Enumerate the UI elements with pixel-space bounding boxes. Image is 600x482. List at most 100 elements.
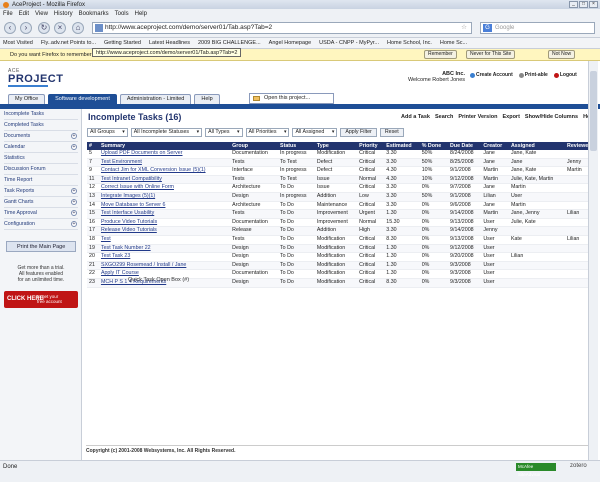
table-row[interactable]: 14 Move Database to Server 6 Architecture T… — [87, 201, 598, 211]
sidebar-item-incomplete-tasks[interactable]: Incomplete Tasks — [4, 109, 78, 120]
column-header[interactable]: Estimated — [384, 142, 420, 150]
table-row[interactable]: 19 Test Task Number 22 Design To Do Modifica… — [87, 244, 598, 254]
maximize-button[interactable]: □ — [579, 1, 588, 8]
apply-filter-button[interactable]: Apply Filter — [340, 128, 377, 137]
type-filter[interactable]: All Types — [205, 128, 243, 137]
print-main-page-button[interactable]: Print the Main Page — [6, 241, 76, 252]
column-header[interactable]: Summary — [98, 142, 231, 150]
task-summary-link[interactable]: Integrate Images (5)(1) — [98, 192, 231, 202]
aceproject-logo[interactable]: ACE PROJECT — [8, 68, 63, 87]
task-summary-link[interactable]: Test Intranet Compatibility — [98, 175, 231, 185]
column-header[interactable]: Group — [230, 142, 279, 150]
table-row[interactable]: 7 Test Environment Tests To Test Defect Criti… — [87, 158, 598, 168]
logout-link[interactable]: Logout — [553, 72, 577, 78]
expand-icon[interactable]: + — [71, 199, 77, 205]
task-summary-link[interactable]: Produce Video Tutorials — [98, 218, 231, 228]
url-bar[interactable]: http://www.aceproject.com/demo/server01/… — [92, 22, 472, 34]
bookmark-item[interactable]: 2009 BIG CHALLENGE... — [198, 40, 261, 46]
status-filter[interactable]: All Incomplete Statuses — [130, 128, 203, 137]
create-account-link[interactable]: Create Account — [470, 72, 513, 78]
bookmark-item[interactable]: Home Sc... — [440, 40, 467, 46]
sidebar-item-time-approval[interactable]: Time Approval + — [4, 208, 78, 219]
sidebar-item-documents[interactable]: Documents + — [4, 131, 78, 142]
column-header[interactable]: Assigned — [508, 142, 565, 150]
bookmark-item[interactable]: Latest Headlines — [149, 40, 190, 46]
expand-icon[interactable]: + — [71, 188, 77, 194]
export-button[interactable]: Export — [502, 114, 519, 120]
table-row[interactable]: 16 Produce Video Tutorials Documentation To… — [87, 218, 598, 228]
mcafee-badge[interactable]: McAfee SiteAdvisor — [516, 463, 556, 477]
sidebar-item-task-reports[interactable]: Task Reports + — [4, 186, 78, 197]
zotero-button[interactable]: zotero — [570, 463, 587, 469]
tab-help[interactable]: Help — [194, 94, 220, 104]
never-for-site-button[interactable]: Never for This Site — [466, 50, 516, 59]
task-summary-link[interactable]: Correct Issue with Online Form — [98, 183, 231, 193]
back-icon[interactable]: ‹ — [4, 22, 16, 34]
sidebar-item-discussion-forum[interactable]: Discussion Forum — [4, 164, 78, 175]
task-summary-link[interactable]: Test Task Number 22 — [98, 244, 231, 254]
bookmark-item[interactable]: Most Visited — [3, 40, 33, 46]
minimize-button[interactable]: _ — [569, 1, 578, 8]
click-here-banner[interactable]: CLICK HERE to get your free account — [4, 291, 78, 308]
expand-icon[interactable]: + — [71, 221, 77, 227]
menu-view[interactable]: View — [35, 11, 48, 17]
table-row[interactable]: 21 SXGO299 Rosemead / Install / Jane Desig… — [87, 261, 598, 271]
group-filter[interactable]: All Groups — [87, 128, 128, 137]
home-icon[interactable]: ⌂ — [72, 22, 84, 34]
priority-filter[interactable]: All Priorities — [245, 128, 290, 137]
task-summary-link[interactable]: Upload PDF Documents on Server — [98, 150, 231, 159]
tab-my-office[interactable]: My Office — [8, 94, 46, 104]
expand-icon[interactable]: + — [71, 210, 77, 216]
forward-icon[interactable]: › — [20, 22, 32, 34]
column-header[interactable]: # — [87, 142, 99, 150]
menu-help[interactable]: Help — [135, 11, 147, 17]
column-header[interactable]: Due Date — [448, 142, 482, 150]
bookmark-item[interactable]: Angel Homepage — [269, 40, 312, 46]
page-scrollbar[interactable] — [588, 61, 598, 460]
expand-icon[interactable]: + — [71, 133, 77, 139]
stop-icon[interactable]: × — [54, 22, 66, 34]
menu-edit[interactable]: Edit — [19, 11, 29, 17]
table-row[interactable]: 11 Test Intranet Compatibility Tests To Tes… — [87, 175, 598, 185]
not-now-button[interactable]: Not Now — [548, 50, 576, 59]
project-select[interactable]: Open this project... — [249, 93, 334, 104]
bookmark-item[interactable]: Getting Started — [104, 40, 141, 46]
task-summary-link[interactable]: Test Task 23 — [98, 252, 231, 262]
reset-button[interactable]: Reset — [379, 128, 404, 137]
task-summary-link[interactable]: Test — [98, 235, 231, 245]
table-row[interactable]: 15 Test Interface Usability Tests To Do Impr… — [87, 209, 598, 219]
task-summary-link[interactable]: SXGO299 Rosemead / Install / Jane — [98, 261, 231, 271]
column-header[interactable]: Type — [314, 142, 358, 150]
sidebar-item-time-report[interactable]: Time Report — [4, 175, 78, 186]
tab-software-development[interactable]: Software development — [48, 94, 117, 104]
reload-icon[interactable]: ↻ — [38, 22, 50, 34]
sidebar-item-configuration[interactable]: Configuration + — [4, 219, 78, 230]
column-header[interactable]: Priority — [357, 142, 385, 150]
bookmark-item[interactable]: Home School, Inc. — [387, 40, 432, 46]
column-header[interactable]: Status — [278, 142, 315, 150]
task-summary-link[interactable]: Release Video Tutorials — [98, 226, 231, 236]
sidebar-item-statistics[interactable]: Statistics — [4, 153, 78, 164]
table-row[interactable]: 13 Integrate Images (5)(1) Design In progre… — [87, 192, 598, 202]
menu-history[interactable]: History — [54, 11, 73, 17]
remember-button[interactable]: Remember — [424, 50, 457, 59]
task-summary-link[interactable]: Contact Jim for XML Conversion Issue (5)… — [98, 166, 231, 176]
close-button[interactable]: × — [589, 1, 598, 8]
table-row[interactable]: 12 Correct Issue with Online Form Architec… — [87, 183, 598, 193]
task-summary-link[interactable]: Test Environment — [98, 158, 231, 168]
bookmark-star-icon[interactable]: ☆ — [461, 23, 467, 33]
expand-icon[interactable]: + — [71, 144, 77, 150]
search-button[interactable]: Search — [435, 114, 453, 120]
column-header[interactable]: Creator — [481, 142, 509, 150]
tab-administration[interactable]: Administration - Limited — [119, 94, 192, 104]
sidebar-item-gantt-charts[interactable]: Gantt Charts + — [4, 197, 78, 208]
menu-bookmarks[interactable]: Bookmarks — [79, 11, 109, 17]
quick-task-link[interactable]: Quick Task Open Box (#) — [128, 277, 189, 283]
show-hide-columns-button[interactable]: Show/Hide Columns — [525, 114, 578, 120]
sidebar-item-completed-tasks[interactable]: Completed Tasks — [4, 120, 78, 131]
task-summary-link[interactable]: Move Database to Server 6 — [98, 201, 231, 211]
bookmark-item[interactable]: Fly..adv.net Points to... — [41, 40, 96, 46]
printable-link[interactable]: Print-able — [518, 72, 548, 78]
add-task-button[interactable]: Add a Task — [401, 114, 430, 120]
sidebar-item-calendar[interactable]: Calendar + — [4, 142, 78, 153]
